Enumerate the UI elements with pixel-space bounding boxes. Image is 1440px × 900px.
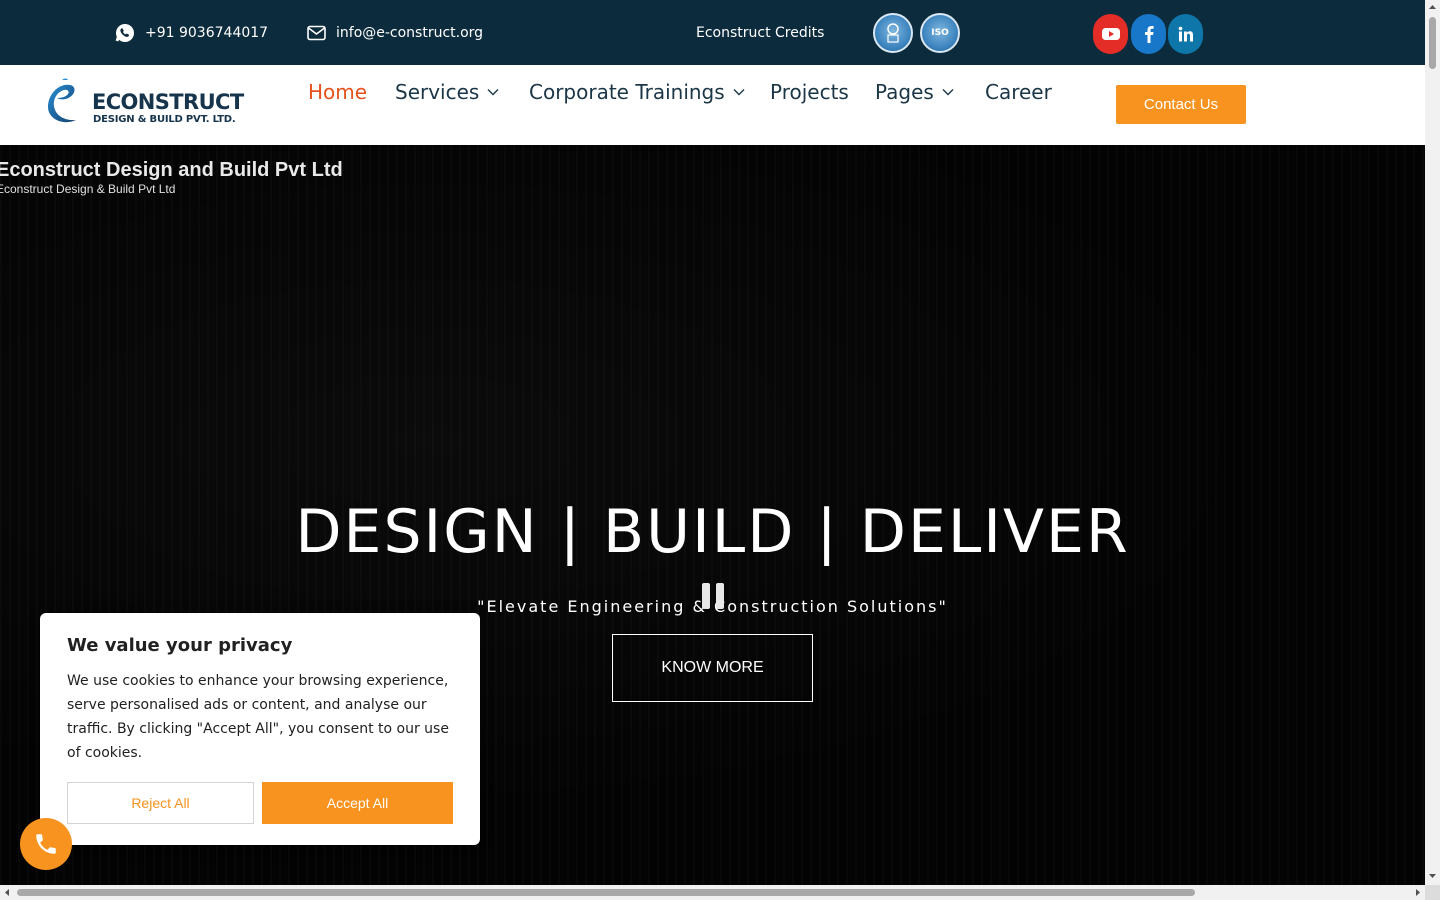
scroll-right-arrow-icon[interactable] xyxy=(1411,885,1425,900)
cookie-consent-banner: We value your privacy We use cookies to … xyxy=(40,613,480,845)
youtube-button[interactable] xyxy=(1093,14,1128,54)
vertical-scrollbar[interactable] xyxy=(1425,0,1440,885)
nav-career[interactable]: Career xyxy=(985,80,1052,104)
chevron-down-icon xyxy=(733,89,745,96)
nav-corporate-trainings[interactable]: Corporate Trainings xyxy=(529,80,745,104)
nav-corporate-trainings-label: Corporate Trainings xyxy=(529,80,725,104)
email-address: info@e-construct.org xyxy=(336,24,484,41)
credits-link[interactable]: Econstruct Credits xyxy=(696,0,824,65)
scroll-down-arrow-icon[interactable] xyxy=(1425,869,1440,883)
horizontal-scrollbar[interactable] xyxy=(0,885,1425,900)
scroll-up-arrow-icon[interactable] xyxy=(1425,0,1440,14)
phone-icon xyxy=(36,834,56,854)
nav-services-label: Services xyxy=(395,80,480,104)
whatsapp-icon xyxy=(115,23,134,42)
call-button[interactable] xyxy=(20,818,72,870)
svg-text:DESIGN & BUILD PVT. LTD.: DESIGN & BUILD PVT. LTD. xyxy=(93,114,235,125)
envelope-icon xyxy=(307,25,326,40)
nav-pages-label: Pages xyxy=(875,80,934,104)
horizontal-scroll-thumb[interactable] xyxy=(17,889,1195,896)
email-contact[interactable]: info@e-construct.org xyxy=(307,0,483,65)
phone-contact[interactable]: +91 9036744017 xyxy=(115,0,268,65)
contact-us-button[interactable]: Contact Us xyxy=(1116,85,1246,124)
top-bar: +91 9036744017 info@e-construct.org Econ… xyxy=(0,0,1425,65)
pause-icon[interactable] xyxy=(702,583,724,609)
nav-pages[interactable]: Pages xyxy=(875,80,954,104)
scroll-left-arrow-icon[interactable] xyxy=(0,885,14,900)
cookie-message: We use cookies to enhance your browsing … xyxy=(67,673,449,761)
emblem-icon xyxy=(887,23,899,43)
chevron-down-icon xyxy=(942,89,954,96)
video-channel-name[interactable]: Econstruct Design & Build Pvt Ltd xyxy=(0,182,175,196)
chevron-down-icon xyxy=(487,89,499,96)
nav-home-label: Home xyxy=(308,80,368,104)
iso-label: ISO xyxy=(931,28,949,38)
nav-projects-label: Projects xyxy=(770,80,849,104)
nav-career-label: Career xyxy=(985,80,1052,104)
linkedin-button[interactable] xyxy=(1168,14,1203,54)
hero-title: DESIGN | BUILD | DELIVER xyxy=(295,497,1130,567)
nav-services[interactable]: Services xyxy=(395,80,499,104)
scrollbar-corner xyxy=(1425,885,1440,900)
reject-all-button[interactable]: Reject All xyxy=(67,782,254,824)
youtube-icon xyxy=(1101,28,1120,40)
main-navbar: ECONSTRUCT DESIGN & BUILD PVT. LTD. Home… xyxy=(0,65,1425,145)
know-more-button[interactable]: KNOW MORE xyxy=(612,634,813,702)
iso-certified-badge: ISO xyxy=(920,13,960,53)
credits-label: Econstruct Credits xyxy=(696,24,825,41)
svg-text:ECONSTRUCT: ECONSTRUCT xyxy=(92,90,245,114)
video-title[interactable]: Econstruct Design and Build Pvt Ltd xyxy=(0,159,343,182)
facebook-icon xyxy=(1144,26,1154,43)
govt-emblem-badge xyxy=(873,13,913,53)
nav-projects[interactable]: Projects xyxy=(770,80,849,104)
linkedin-icon xyxy=(1178,26,1193,42)
econstruct-logo: ECONSTRUCT DESIGN & BUILD PVT. LTD. xyxy=(48,78,245,125)
vertical-scroll-thumb[interactable] xyxy=(1429,17,1436,69)
facebook-button[interactable] xyxy=(1131,14,1166,54)
phone-number: +91 9036744017 xyxy=(145,24,269,41)
site-logo[interactable]: ECONSTRUCT DESIGN & BUILD PVT. LTD. xyxy=(40,77,245,133)
cookie-title: We value your privacy xyxy=(67,635,293,656)
nav-home[interactable]: Home xyxy=(308,80,367,104)
accept-all-button[interactable]: Accept All xyxy=(262,782,453,824)
